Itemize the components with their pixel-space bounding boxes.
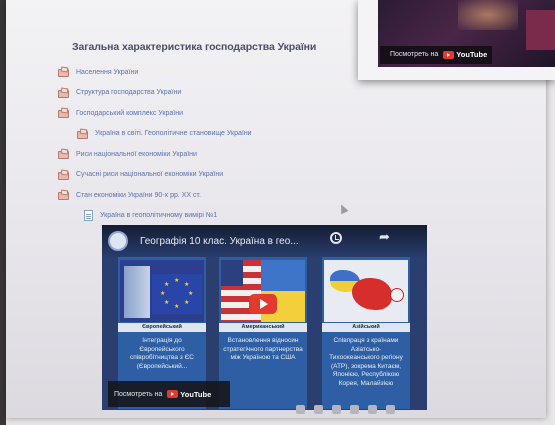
folder-icon xyxy=(58,88,69,98)
panel-label: Азійський xyxy=(322,323,410,332)
folder-icon xyxy=(58,149,69,160)
asia-map-image xyxy=(324,260,408,322)
taskbar-app-icon[interactable] xyxy=(368,404,377,414)
list-item-label[interactable]: Україна в світі. Геополітичне становище … xyxy=(95,130,252,137)
us-ukraine-flags-image xyxy=(221,260,305,322)
page-title: Загальна характеристика господарства Укр… xyxy=(72,41,317,53)
share-icon[interactable]: ➦ xyxy=(379,231,390,244)
list-item-label[interactable]: Господарський комплекс України xyxy=(76,110,183,117)
panel-label: Американський xyxy=(219,323,307,332)
watch-label: Посмотреть на xyxy=(114,390,163,398)
play-button[interactable] xyxy=(249,294,277,314)
list-item[interactable]: Україна в світі. Геополітичне становище … xyxy=(58,124,378,145)
panel-label: Європейський xyxy=(118,323,206,332)
eu-flag-icon: ★ ★ ★ ★ ★ ★ ★ ★ xyxy=(152,274,202,314)
taskbar-app-icon[interactable] xyxy=(296,404,305,414)
list-item[interactable]: Господарський комплекс України xyxy=(58,103,378,124)
video-title[interactable]: Географія 10 клас. Україна в гео... xyxy=(140,236,299,247)
folder-icon xyxy=(58,170,69,180)
list-item-label[interactable]: Стан економіки України 90-х рр. ХХ ст. xyxy=(76,192,201,199)
list-item[interactable]: Структура господарства України xyxy=(58,83,378,104)
list-item[interactable]: Населення України xyxy=(58,62,378,83)
korea-flag-icon xyxy=(390,288,404,302)
video-frame-shape xyxy=(526,10,555,50)
taskbar-app-icon[interactable] xyxy=(386,404,395,414)
europe-image: ★ ★ ★ ★ ★ ★ ★ ★ xyxy=(120,260,204,322)
youtube-icon xyxy=(167,390,179,398)
taskbar-app-icon[interactable] xyxy=(350,404,359,414)
panel-text: Співпраця з країнами Азіатсько-Тихоокеан… xyxy=(329,337,403,387)
folder-icon xyxy=(58,108,69,119)
panel-text: Інтеграція до Європейського співробітниц… xyxy=(130,337,194,370)
watch-later-icon[interactable] xyxy=(330,232,342,244)
video-embed[interactable]: Географія 10 клас. Україна в гео... ➦ ★ … xyxy=(102,225,427,410)
panel-text: Встановлення відносин стратегічного парт… xyxy=(223,337,303,361)
list-item-label[interactable]: Структура господарства України xyxy=(76,89,181,96)
list-item[interactable]: Сучасні риси національної економіки Укра… xyxy=(58,165,378,186)
list-item[interactable]: Стан економіки України 90-х рр. ХХ ст. xyxy=(58,185,378,206)
watch-label: Посмотреть на xyxy=(390,51,439,58)
list-item-label[interactable]: Сучасні риси національної економіки Укра… xyxy=(76,171,223,178)
building-image xyxy=(124,266,150,318)
folder-icon xyxy=(58,67,69,78)
youtube-icon xyxy=(443,50,455,59)
list-item-label[interactable]: Україна в геополітичному вимірі №1 xyxy=(100,212,217,219)
overlay-watch-on-youtube-button[interactable]: Посмотреть на YouTube xyxy=(390,50,487,59)
watch-on-youtube-button[interactable]: Посмотреть на YouTube xyxy=(108,381,230,407)
list-item[interactable]: Україна в геополітичному вимірі №1 xyxy=(58,206,378,227)
video-panel-america: Американський Встановлення відносин стра… xyxy=(219,257,307,409)
taskbar-app-icon[interactable] xyxy=(332,404,341,414)
overlay-screenshot: Посмотреть на YouTube xyxy=(358,0,555,80)
youtube-logo: YouTube xyxy=(443,50,487,59)
list-item-label[interactable]: Населення України xyxy=(76,69,138,76)
video-frame-light xyxy=(458,0,518,30)
list-item-label[interactable]: Риси національної економіки України xyxy=(76,151,197,158)
folder-icon xyxy=(58,190,69,201)
taskbar xyxy=(296,402,546,416)
list-item[interactable]: Риси національної економіки України xyxy=(58,144,378,165)
taskbar-app-icon[interactable] xyxy=(314,404,323,414)
folder-icon xyxy=(77,129,88,139)
video-panel-asia: Азійський Співпраця з країнами Азіатсько… xyxy=(322,257,410,409)
topic-list: Населення України Структура господарства… xyxy=(58,62,378,226)
channel-avatar[interactable] xyxy=(108,231,128,251)
document-icon xyxy=(84,210,93,222)
youtube-logo: YouTube xyxy=(167,390,211,399)
